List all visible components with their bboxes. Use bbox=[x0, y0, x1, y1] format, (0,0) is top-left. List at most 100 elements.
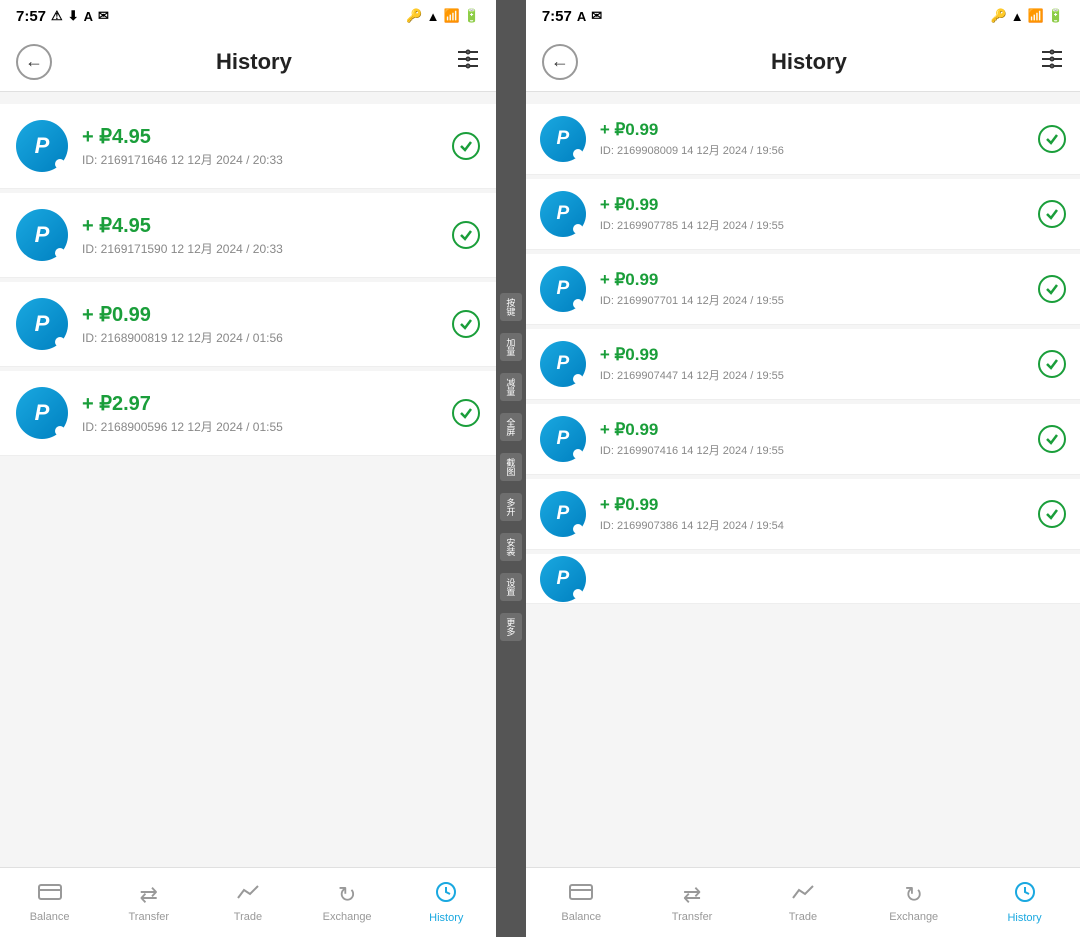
transaction-amount: + ₽4.95 bbox=[82, 124, 438, 149]
check-icon bbox=[1038, 125, 1066, 153]
left-filter-button[interactable] bbox=[456, 47, 480, 77]
right-key-icon: 🔑 bbox=[991, 8, 1007, 24]
transaction-info: + ₽4.95 ID: 2169171646 12 12月 2024 / 20:3… bbox=[82, 124, 438, 168]
payeer-logo-letter: P bbox=[556, 568, 569, 590]
transaction-amount: + ₽0.99 bbox=[600, 420, 1024, 440]
check-icon bbox=[1038, 350, 1066, 378]
right-transactions-container: P + ₽0.99 ID: 2169908009 14 12月 2024 / 19:… bbox=[526, 104, 1080, 550]
left-nav-exchange-label: Exchange bbox=[323, 911, 372, 923]
right-mail-icon: ✉ bbox=[591, 8, 602, 24]
payeer-logo: P bbox=[35, 133, 50, 159]
transaction-amount: + ₽0.99 bbox=[600, 495, 1024, 515]
right-balance-icon bbox=[569, 882, 593, 908]
right-nav-exchange[interactable]: ↻ Exchange bbox=[858, 868, 969, 937]
transaction-meta: ID: 2169907785 14 12月 2024 / 19:55 bbox=[600, 217, 1024, 233]
trade-icon bbox=[236, 882, 260, 908]
right-partial-item: P bbox=[526, 554, 1080, 604]
transaction-item[interactable]: P+ ₽4.95ID: 2169171590 12 12月 2024 / 20:… bbox=[0, 193, 496, 278]
right-nav-balance[interactable]: Balance bbox=[526, 868, 637, 937]
transaction-item[interactable]: P+ ₽2.97ID: 2168900596 12 12月 2024 / 01:… bbox=[0, 371, 496, 456]
left-nav-transfer[interactable]: ⇄ Transfer bbox=[99, 868, 198, 937]
right-back-button[interactable]: ← bbox=[542, 44, 578, 80]
right-time: 7:57 bbox=[542, 8, 572, 25]
right-nav-trade[interactable]: Trade bbox=[747, 868, 858, 937]
transaction-item[interactable]: P + ₽0.99 ID: 2168900819 12 12月 2024 / 01:… bbox=[0, 282, 496, 367]
check-icon bbox=[452, 132, 480, 160]
left-nav-trade[interactable]: Trade bbox=[198, 868, 297, 937]
side-btn-5[interactable]: 截图 bbox=[500, 453, 522, 481]
transaction-item[interactable]: P + ₽4.95 ID: 2169171646 12 12月 2024 / 20:… bbox=[0, 104, 496, 189]
right-battery-icon: 🔋 bbox=[1048, 8, 1064, 24]
transaction-meta: ID: 2168900819 12 12月 2024 / 01:56 bbox=[82, 329, 438, 346]
left-phone-panel: 7:57 ⚠ ⬇ A ✉ 🔑 ▲ 📶 🔋 ← History P+ ₽4.95I… bbox=[0, 0, 496, 937]
side-btn-9[interactable]: 更多 bbox=[500, 613, 522, 641]
transaction-meta: ID: 2169907386 14 12月 2024 / 19:54 bbox=[600, 517, 1024, 533]
left-transaction-list: P + ₽4.95 ID: 2169171646 12 12月 2024 / 20:… bbox=[0, 92, 496, 867]
battery-icon: 🔋 bbox=[464, 8, 480, 24]
transaction-info: + ₽0.99 ID: 2168900819 12 12月 2024 / 01:5… bbox=[82, 302, 438, 346]
payeer-logo: P bbox=[556, 278, 569, 300]
payeer-logo: P bbox=[556, 503, 569, 525]
side-btn-1[interactable]: 按键 bbox=[500, 293, 522, 321]
transaction-meta: ID: 2168900596 12 12月 2024 / 01:55 bbox=[82, 418, 438, 435]
right-trade-icon bbox=[791, 882, 815, 908]
right-nav-transfer[interactable]: ⇄ Transfer bbox=[637, 868, 748, 937]
payeer-avatar: P bbox=[540, 491, 586, 537]
check-icon bbox=[1038, 275, 1066, 303]
transaction-meta: ID: 2169908009 14 12月 2024 / 19:56 bbox=[600, 142, 1024, 158]
side-btn-8[interactable]: 设置 bbox=[500, 573, 522, 601]
side-btn-6[interactable]: 多开 bbox=[500, 493, 522, 521]
check-icon bbox=[452, 399, 480, 427]
left-nav-balance-label: Balance bbox=[30, 911, 70, 923]
right-nav-exchange-label: Exchange bbox=[889, 911, 938, 923]
right-history-icon bbox=[1013, 881, 1037, 909]
right-bottom-nav: Balance ⇄ Transfer Trade ↻ Exchange bbox=[526, 867, 1080, 937]
left-nav-history[interactable]: History bbox=[397, 868, 496, 937]
left-back-button[interactable]: ← bbox=[16, 44, 52, 80]
left-header-title: History bbox=[216, 49, 292, 75]
payeer-logo: P bbox=[556, 128, 569, 150]
left-nav-balance[interactable]: Balance bbox=[0, 868, 99, 937]
transaction-item[interactable]: P+ ₽0.99ID: 2169907447 14 12月 2024 / 19:… bbox=[526, 329, 1080, 400]
transaction-amount: + ₽0.99 bbox=[82, 302, 438, 327]
exchange-icon: ↻ bbox=[338, 882, 356, 908]
transaction-item[interactable]: P+ ₽0.99ID: 2169907785 14 12月 2024 / 19:… bbox=[526, 179, 1080, 250]
side-btn-3[interactable]: 减量 bbox=[500, 373, 522, 401]
payeer-avatar: P bbox=[540, 116, 586, 162]
transaction-item[interactable]: P + ₽0.99 ID: 2169907386 14 12月 2024 / 19:… bbox=[526, 479, 1080, 550]
payeer-avatar: P bbox=[540, 416, 586, 462]
side-btn-4[interactable]: 全屏 bbox=[500, 413, 522, 441]
left-nav-exchange[interactable]: ↻ Exchange bbox=[298, 868, 397, 937]
payeer-avatar: P bbox=[16, 387, 68, 439]
transaction-item[interactable]: P+ ₽0.99ID: 2169907701 14 12月 2024 / 19:… bbox=[526, 254, 1080, 325]
left-bottom-nav: Balance ⇄ Transfer Trade ↻ Exchange bbox=[0, 867, 496, 937]
right-app-header: ← History bbox=[526, 32, 1080, 92]
side-control-panel: 按键 加量 减量 全屏 截图 多开 安装 设置 更多 bbox=[496, 0, 526, 937]
balance-icon bbox=[38, 882, 62, 908]
side-btn-7[interactable]: 安装 bbox=[500, 533, 522, 561]
left-nav-transfer-label: Transfer bbox=[128, 911, 169, 923]
left-transactions-container: P + ₽4.95 ID: 2169171646 12 12月 2024 / 20:… bbox=[0, 104, 496, 456]
check-icon bbox=[1038, 425, 1066, 453]
check-icon bbox=[452, 310, 480, 338]
payeer-logo: P bbox=[556, 203, 569, 225]
transaction-item[interactable]: P+ ₽0.99ID: 2169908009 14 12月 2024 / 19:… bbox=[526, 104, 1080, 175]
payeer-dot bbox=[55, 337, 65, 347]
transaction-info: + ₽0.99ID: 2169907416 14 12月 2024 / 19:5… bbox=[600, 420, 1024, 458]
transaction-info: + ₽4.95ID: 2169171590 12 12月 2024 / 20:3… bbox=[82, 213, 438, 257]
right-filter-button[interactable] bbox=[1040, 47, 1064, 77]
transaction-item[interactable]: P + ₽0.99ID: 2169907416 14 12月 2024 / 19:… bbox=[526, 404, 1080, 475]
payeer-logo: P bbox=[556, 428, 569, 450]
right-exchange-icon: ↻ bbox=[905, 882, 923, 908]
signal-icon: 📶 bbox=[443, 8, 459, 24]
key-icon: 🔑 bbox=[406, 8, 422, 24]
transaction-amount: + ₽0.99 bbox=[600, 270, 1024, 290]
payeer-avatar: P bbox=[540, 191, 586, 237]
payeer-dot bbox=[573, 224, 583, 234]
transaction-meta: ID: 2169907447 14 12月 2024 / 19:55 bbox=[600, 367, 1024, 383]
right-nav-history[interactable]: History bbox=[969, 868, 1080, 937]
right-transfer-icon: ⇄ bbox=[683, 882, 701, 908]
side-btn-2[interactable]: 加量 bbox=[500, 333, 522, 361]
payeer-avatar: P bbox=[16, 298, 68, 350]
transaction-meta: ID: 2169171646 12 12月 2024 / 20:33 bbox=[82, 151, 438, 168]
